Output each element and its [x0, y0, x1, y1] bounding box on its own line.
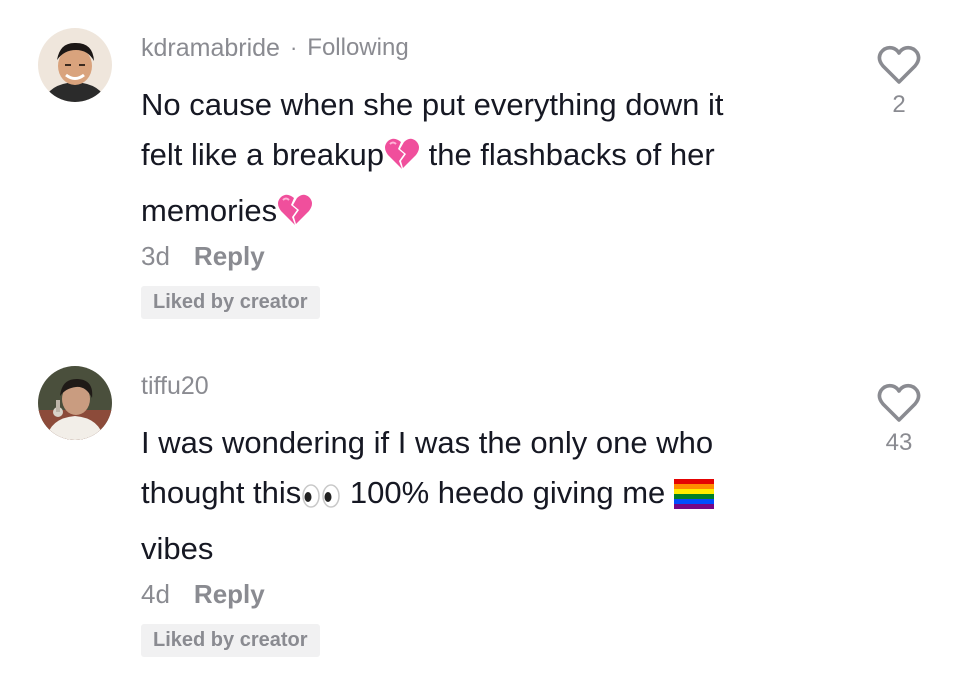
comment-header: kdramabride · Following — [141, 31, 409, 65]
comment-meta: 4d Reply — [141, 577, 265, 611]
liked-by-creator-badge: Liked by creator — [141, 624, 320, 657]
following-label: Following — [307, 34, 409, 61]
comment-age: 3d — [141, 240, 170, 271]
comment-text: No cause when she put everything down it… — [141, 80, 821, 242]
reply-button[interactable]: Reply — [194, 241, 265, 272]
reply-button[interactable]: Reply — [194, 579, 265, 610]
separator-dot: · — [289, 35, 298, 60]
username[interactable]: kdramabride — [141, 34, 280, 63]
heart-icon[interactable] — [877, 383, 921, 423]
comment-text-line: thought this 100% heedo giving me — [141, 468, 821, 524]
avatar[interactable] — [38, 28, 112, 102]
rainbow-flag-icon — [673, 474, 714, 524]
like-count: 2 — [892, 91, 906, 118]
comment-text: I was wondering if I was the only one wh… — [141, 418, 821, 574]
comment-text-line: felt like a breakup the flashbacks of he… — [141, 130, 821, 186]
eyes-icon — [301, 474, 341, 524]
username[interactable]: tiffu20 — [141, 372, 209, 401]
comment-text-segment: memories — [141, 193, 278, 228]
broken-heart-icon — [384, 136, 420, 186]
broken-heart-icon — [277, 192, 313, 242]
comment-text-line: vibes — [141, 531, 214, 566]
comment-text-segment: the flashbacks of her — [419, 137, 715, 172]
comment-text-line: memories — [141, 186, 821, 242]
comment-text-line: No cause when she put everything down it — [141, 87, 724, 122]
avatar[interactable] — [38, 366, 112, 440]
like-column: 43 — [868, 383, 930, 457]
comment-text-line: I was wondering if I was the only one wh… — [141, 425, 714, 460]
comment-text-segment: thought this — [141, 475, 302, 510]
heart-icon[interactable] — [877, 45, 921, 85]
like-column: 2 — [868, 45, 930, 119]
comment-header: tiffu20 — [141, 369, 209, 403]
liked-by-creator-badge: Liked by creator — [141, 286, 320, 319]
comment-age: 4d — [141, 578, 170, 609]
like-count: 43 — [885, 429, 913, 456]
comment-meta: 3d Reply — [141, 239, 265, 273]
comment-text-segment: 100% heedo giving me — [341, 475, 674, 510]
comment-text-segment: felt like a breakup — [141, 137, 384, 172]
